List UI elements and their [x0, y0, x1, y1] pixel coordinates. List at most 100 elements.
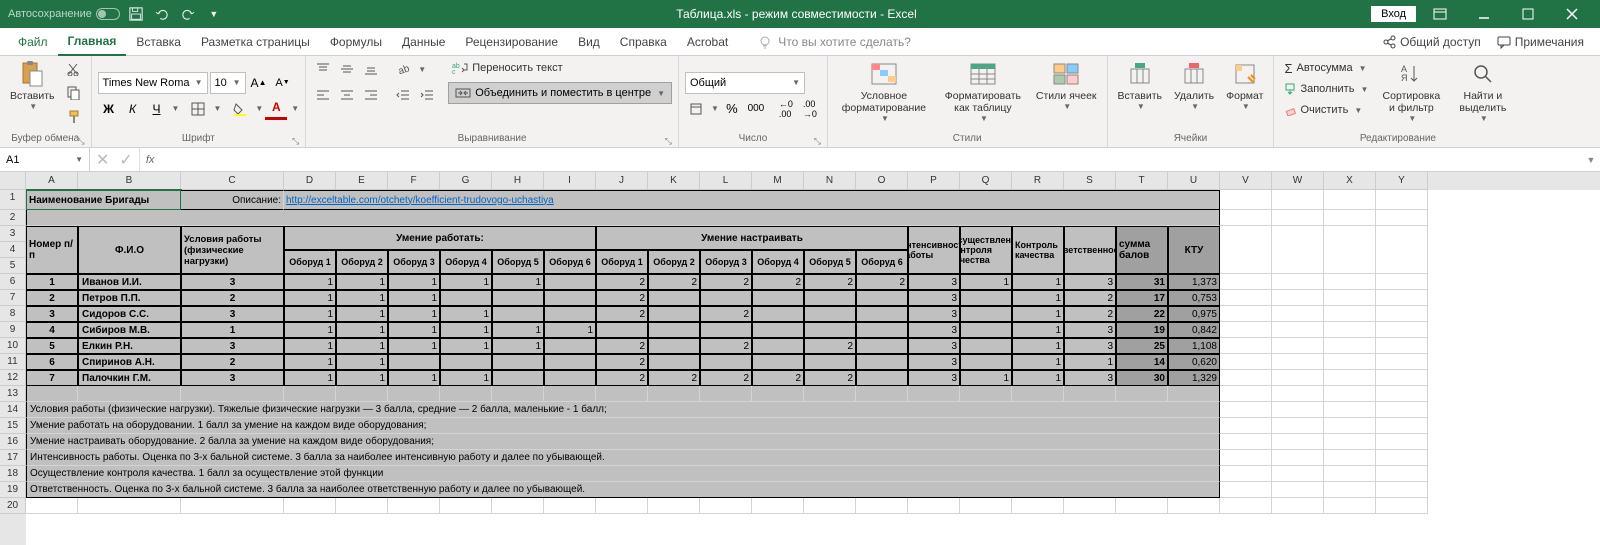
decrease-font-icon[interactable]: A▼: [272, 72, 294, 94]
cell[interactable]: [1272, 402, 1324, 418]
share-button[interactable]: Общий доступ: [1374, 35, 1489, 49]
col-header[interactable]: I: [544, 172, 596, 190]
cell[interactable]: [960, 354, 1012, 370]
cell[interactable]: 3: [908, 354, 960, 370]
cell[interactable]: [1376, 274, 1428, 290]
cell[interactable]: Иванов И.И.: [78, 274, 181, 290]
cell[interactable]: 2: [700, 338, 752, 354]
select-all-corner[interactable]: [0, 172, 26, 190]
autosave-toggle[interactable]: Автосохранение: [8, 8, 120, 20]
align-center-icon[interactable]: [336, 84, 358, 106]
cell[interactable]: Оборуд 1: [596, 250, 648, 274]
cell[interactable]: [1220, 338, 1272, 354]
cell[interactable]: Оборуд 6: [856, 250, 908, 274]
cell[interactable]: 2: [26, 290, 78, 306]
cell[interactable]: 1: [1012, 306, 1064, 322]
underline-button[interactable]: Ч: [146, 98, 168, 120]
cell[interactable]: 3: [908, 370, 960, 386]
cell[interactable]: Умение работать:: [284, 226, 596, 250]
cell[interactable]: Наименование Бригады: [26, 190, 181, 210]
delete-cells-button[interactable]: Удалить▼: [1170, 58, 1218, 113]
cell[interactable]: 14: [1116, 354, 1168, 370]
cell[interactable]: [1220, 210, 1272, 226]
cell[interactable]: [1272, 466, 1324, 482]
col-header[interactable]: D: [284, 172, 336, 190]
cell[interactable]: 1: [440, 306, 492, 322]
cell[interactable]: 1,329: [1168, 370, 1220, 386]
cell[interactable]: [284, 498, 336, 514]
cell[interactable]: 2: [596, 354, 648, 370]
row-header[interactable]: 14: [0, 402, 26, 418]
cell[interactable]: [960, 498, 1012, 514]
cell[interactable]: 3: [908, 274, 960, 290]
find-select-button[interactable]: Найти и выделить▼: [1450, 58, 1515, 125]
italic-button[interactable]: К: [122, 98, 144, 120]
ribbon-display-icon[interactable]: [1420, 0, 1460, 28]
cell[interactable]: [1376, 466, 1428, 482]
align-right-icon[interactable]: [360, 84, 382, 106]
cell[interactable]: 22: [1116, 306, 1168, 322]
cell[interactable]: [908, 386, 960, 402]
cell[interactable]: [1116, 386, 1168, 402]
cell[interactable]: [648, 338, 700, 354]
cell[interactable]: 1: [388, 306, 440, 322]
cell[interactable]: Оборуд 2: [336, 250, 388, 274]
row-header[interactable]: 18: [0, 466, 26, 482]
login-button[interactable]: Вход: [1371, 6, 1416, 22]
cell[interactable]: Оборуд 5: [804, 250, 856, 274]
cell[interactable]: [648, 498, 700, 514]
cell[interactable]: [856, 322, 908, 338]
cell[interactable]: 2: [1064, 290, 1116, 306]
cell[interactable]: [1376, 418, 1428, 434]
cell[interactable]: [1272, 274, 1324, 290]
row-header[interactable]: 2: [0, 210, 26, 226]
cell[interactable]: [856, 338, 908, 354]
row-header[interactable]: 4: [0, 242, 26, 258]
chevron-down-icon[interactable]: ▼: [213, 104, 221, 113]
cell[interactable]: [752, 306, 804, 322]
cell[interactable]: [1272, 322, 1324, 338]
cell[interactable]: 1: [492, 338, 544, 354]
cell[interactable]: 1: [1012, 370, 1064, 386]
cell[interactable]: [1220, 434, 1272, 450]
cell[interactable]: [856, 306, 908, 322]
cell[interactable]: 0,753: [1168, 290, 1220, 306]
cell[interactable]: [492, 370, 544, 386]
cell[interactable]: [544, 290, 596, 306]
format-as-table-button[interactable]: Форматировать как таблицу▼: [938, 58, 1028, 125]
cell[interactable]: Оборуд 3: [700, 250, 752, 274]
cell[interactable]: 2: [700, 306, 752, 322]
col-header[interactable]: M: [752, 172, 804, 190]
cell[interactable]: Осуществление контроля качества. 1 балл …: [26, 466, 1220, 482]
col-header[interactable]: G: [440, 172, 492, 190]
cell[interactable]: 1,373: [1168, 274, 1220, 290]
row-header[interactable]: 20: [0, 498, 26, 514]
cell[interactable]: [1272, 450, 1324, 466]
launcher-icon[interactable]: ⤡: [665, 136, 672, 147]
cell[interactable]: 4: [26, 322, 78, 338]
cell[interactable]: 7: [26, 370, 78, 386]
cell[interactable]: Петров П.П.: [78, 290, 181, 306]
cell[interactable]: 1: [960, 274, 1012, 290]
launcher-icon[interactable]: ⤡: [77, 136, 84, 147]
cell[interactable]: 5: [26, 338, 78, 354]
cell[interactable]: [388, 354, 440, 370]
cell[interactable]: [544, 306, 596, 322]
cell[interactable]: [856, 370, 908, 386]
cell[interactable]: 2: [1064, 306, 1116, 322]
cell[interactable]: Оборуд 6: [544, 250, 596, 274]
insert-cells-button[interactable]: Вставить▼: [1114, 58, 1167, 113]
tell-me-search[interactable]: Что вы хотите сделать?: [758, 35, 911, 49]
bold-button[interactable]: Ж: [98, 98, 120, 120]
decrease-decimal-icon[interactable]: .00→0: [799, 98, 821, 120]
cell[interactable]: [1220, 370, 1272, 386]
cell[interactable]: 1: [440, 322, 492, 338]
cell[interactable]: 1: [492, 322, 544, 338]
cell[interactable]: 2: [752, 274, 804, 290]
cell[interactable]: [1220, 498, 1272, 514]
row-header[interactable]: 16: [0, 434, 26, 450]
cell[interactable]: 2: [804, 274, 856, 290]
cell[interactable]: Оборуд 4: [440, 250, 492, 274]
cell[interactable]: [1376, 226, 1428, 274]
cell[interactable]: [1324, 210, 1376, 226]
